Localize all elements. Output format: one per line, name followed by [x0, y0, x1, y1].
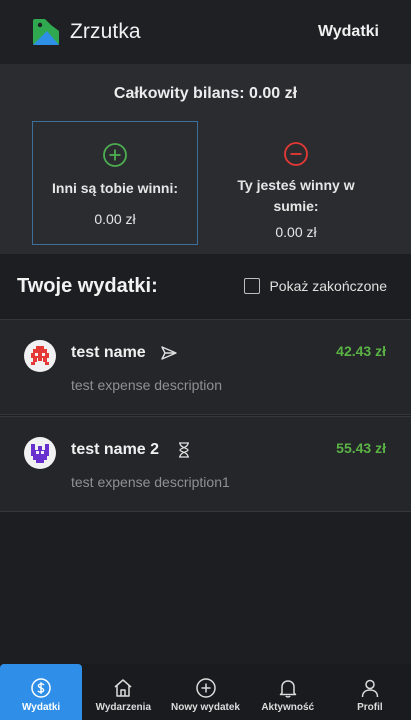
tab-wydarzenia[interactable]: Wydarzenia	[82, 664, 164, 720]
plus-circle-icon	[103, 143, 127, 167]
app-title: Zrzutka	[70, 20, 141, 43]
expenses-section-header: Twoje wydatki: Pokaż zakończone	[0, 254, 411, 318]
bottom-navigation: Wydatki Wydarzenia Nowy wydatek Aktywnoś…	[0, 664, 411, 720]
dollar-circle-icon	[31, 678, 51, 698]
plus-circle-icon	[195, 678, 216, 698]
expense-amount: 42.43 zł	[336, 343, 386, 359]
expense-amount: 55.43 zł	[336, 440, 386, 456]
red-invader-avatar-icon	[31, 346, 49, 365]
tab-aktywnosc-label: Aktywność	[261, 702, 315, 713]
show-finished-checkbox[interactable]	[244, 278, 261, 294]
expense-item[interactable]: test name 42.43 zł test expense descript…	[0, 319, 411, 415]
send-icon	[161, 346, 177, 360]
total-balance: Całkowity bilans: 0.00 zł	[113, 85, 298, 102]
expense-name: test name 2	[71, 441, 160, 458]
expense-name: test name	[71, 344, 146, 361]
brand[interactable]: Zrzutka	[31, 17, 141, 47]
owed-to-you-label: Inni są tobie winni:	[52, 180, 178, 196]
balance-panel: Całkowity bilans: 0.00 zł Inni są tobie …	[0, 64, 411, 254]
expense-description: test expense description1	[71, 474, 230, 490]
user-icon	[361, 679, 379, 698]
tab-aktywnosc[interactable]: Aktywność	[247, 664, 329, 720]
app-header: Zrzutka Wydatki	[0, 0, 411, 64]
tab-wydatki[interactable]: Wydatki	[0, 664, 83, 720]
header-nav-link-wydatki[interactable]: Wydatki	[318, 23, 379, 41]
show-finished-label: Pokaż zakończone	[269, 278, 387, 294]
expense-item[interactable]: test name 2 55.43 zł test expense descri…	[0, 416, 411, 512]
tab-wydatki-label: Wydatki	[22, 702, 61, 713]
you-owe-card[interactable]: Ty jesteś winny w sumie: 0.00 zł	[213, 121, 379, 245]
owed-to-you-amount: 0.00 zł	[94, 211, 136, 227]
avatar	[24, 340, 56, 372]
tab-profil[interactable]: Profil	[329, 664, 411, 720]
purple-invader-avatar-icon	[31, 444, 49, 463]
tab-nowy-wydatek-label: Nowy wydatek	[171, 702, 240, 713]
show-finished-toggle[interactable]: Pokaż zakończone	[244, 278, 387, 294]
tab-profil-label: Profil	[357, 702, 383, 713]
expense-description: test expense description	[71, 377, 222, 393]
zrzutka-logo-icon	[33, 19, 59, 45]
home-icon	[114, 679, 132, 697]
you-owe-label: Ty jesteś winny w sumie:	[237, 177, 355, 214]
minus-circle-icon	[284, 142, 308, 166]
tab-nowy-wydatek[interactable]: Nowy wydatek	[164, 664, 246, 720]
bell-icon	[279, 680, 296, 698]
hourglass-icon	[179, 442, 189, 458]
owed-to-you-card[interactable]: Inni są tobie winni: 0.00 zł	[32, 121, 198, 245]
you-owe-amount: 0.00 zł	[275, 224, 317, 240]
avatar	[24, 437, 56, 469]
expenses-section-title: Twoje wydatki:	[17, 274, 158, 297]
tab-wydarzenia-label: Wydarzenia	[95, 702, 151, 713]
